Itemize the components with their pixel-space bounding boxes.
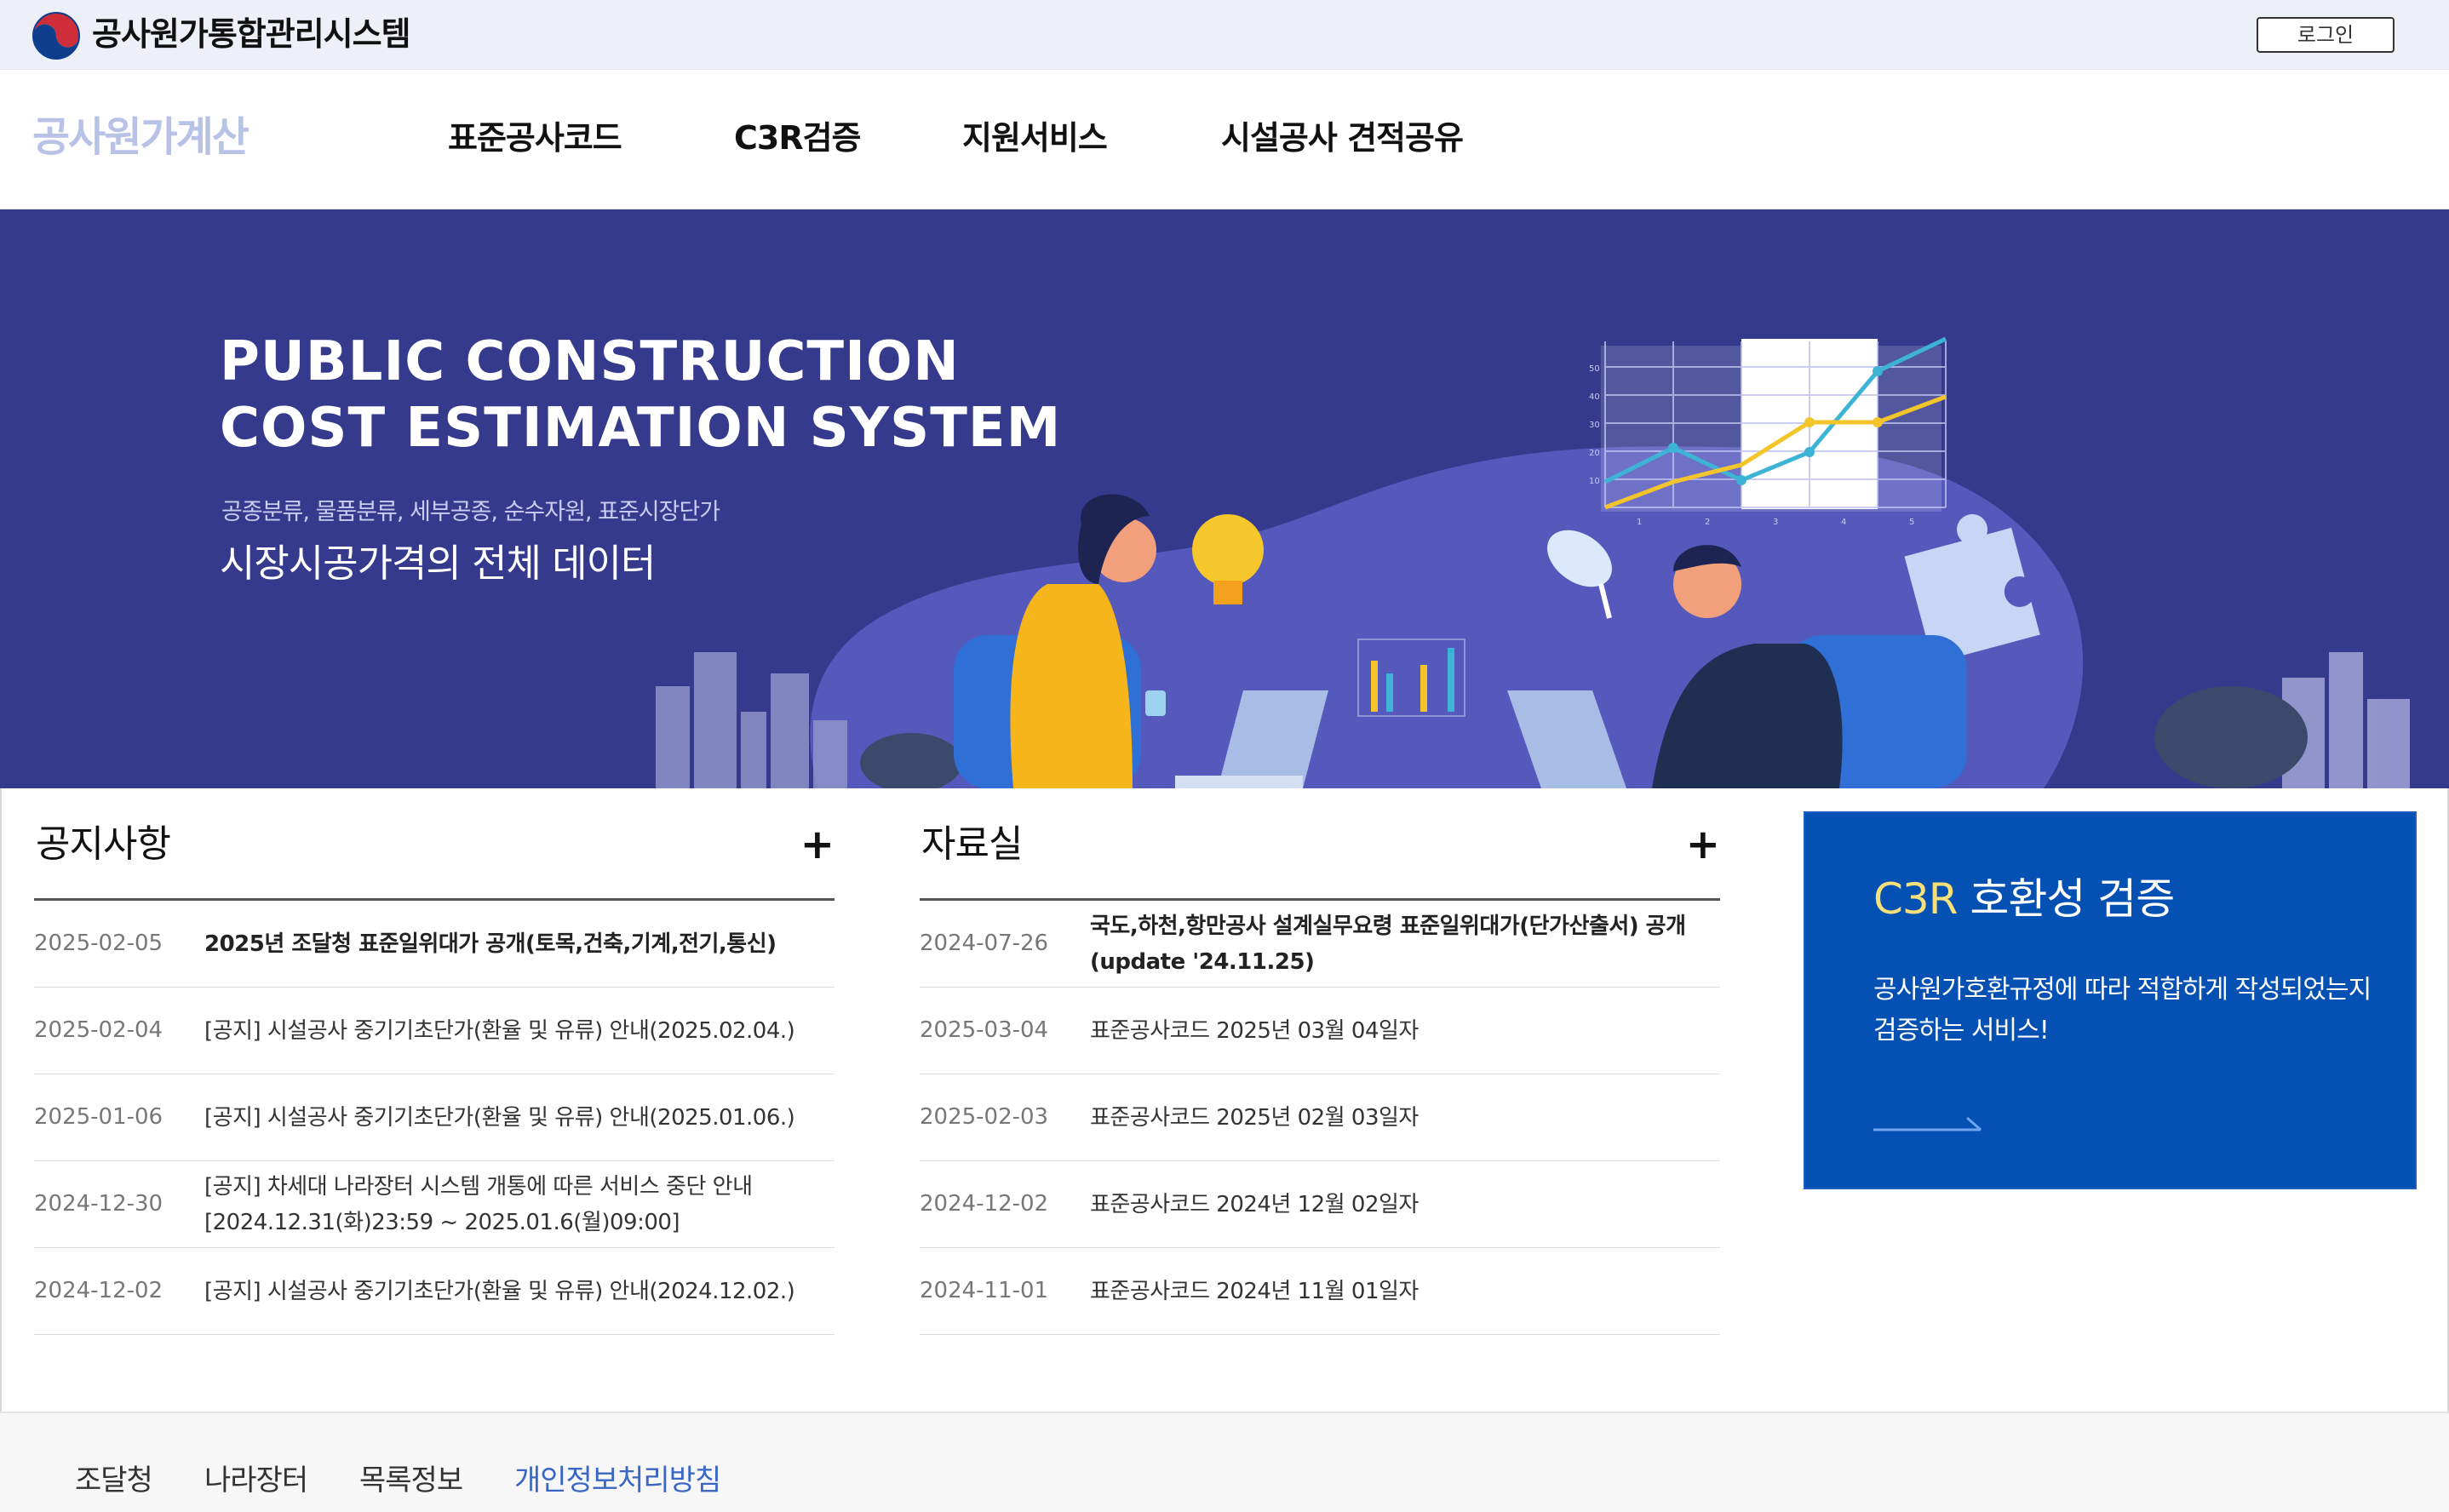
archive-title[interactable]: 국도,하천,항만공사 설계실무요령 표준일위대가(단가산출서) 공개 (upda…	[1090, 901, 1703, 987]
notice-date: 2025-01-06	[34, 1104, 163, 1130]
notice-date: 2024-12-30	[34, 1191, 163, 1217]
svg-text:2: 2	[1705, 518, 1710, 527]
archive-title[interactable]: 표준공사코드 2024년 12월 02일자	[1090, 1161, 1720, 1247]
archive-board-title: 자료실	[921, 822, 1023, 866]
notice-more-button[interactable]: +	[800, 822, 834, 867]
notice-date: 2025-02-05	[34, 931, 163, 956]
notice-title[interactable]: [공지] 시설공사 중기기초단가(환율 및 유류) 안내(2025.01.06.…	[204, 1074, 834, 1160]
notice-row[interactable]: 2025-01-06 [공지] 시설공사 중기기초단가(환율 및 유류) 안내(…	[34, 1074, 834, 1161]
c3r-compatibility-card[interactable]: C3R 호환성 검증 공사원가호환규정에 따라 적합하게 작성되었는지 검증하는…	[1804, 811, 2417, 1189]
nav-item-estimate-sharing[interactable]: 시설공사 견적공유	[1221, 112, 1464, 163]
notice-title[interactable]: [공지] 시설공사 중기기초단가(환율 및 유류) 안내(2025.02.04.…	[204, 988, 834, 1074]
archive-row[interactable]: 2025-02-03 표준공사코드 2025년 02월 03일자	[920, 1074, 1720, 1161]
c3r-card-title-rest: 호환성 검증	[1957, 874, 2175, 924]
archive-row[interactable]: 2024-11-01 표준공사코드 2024년 11월 01일자	[920, 1248, 1720, 1335]
footer-link-privacy-policy[interactable]: 개인정보처리방침	[514, 1459, 721, 1502]
footer-link-catalog[interactable]: 목록정보	[359, 1459, 463, 1502]
footer: 조달청 나라장터 목록정보 개인정보처리방침	[0, 1412, 2449, 1512]
arrow-right-icon[interactable]	[1873, 1113, 1984, 1133]
svg-text:3: 3	[1773, 518, 1778, 527]
svg-text:40: 40	[1589, 392, 1600, 402]
archive-row[interactable]: 2025-03-04 표준공사코드 2025년 03월 04일자	[920, 988, 1720, 1074]
brand-logo-text[interactable]: 공사원가계산	[32, 109, 249, 165]
top-utility-bar: 공사원가통합관리시스템 로그인	[0, 0, 2449, 70]
svg-text:1: 1	[1637, 518, 1642, 527]
notice-date: 2024-12-02	[34, 1278, 163, 1303]
archive-more-button[interactable]: +	[1686, 822, 1720, 867]
notice-row[interactable]: 2024-12-02 [공지] 시설공사 중기기초단가(환율 및 유류) 안내(…	[34, 1248, 834, 1335]
archive-title[interactable]: 표준공사코드 2024년 11월 01일자	[1090, 1248, 1720, 1334]
nav-item-c3r-verification[interactable]: C3R검증	[734, 112, 862, 163]
archive-date: 2025-03-04	[920, 1017, 1049, 1043]
c3r-card-title: C3R 호환성 검증	[1873, 869, 2175, 929]
notice-row[interactable]: 2024-12-30 [공지] 차세대 나라장터 시스템 개통에 따른 서비스 …	[34, 1161, 834, 1248]
nav-item-support-services[interactable]: 지원서비스	[962, 112, 1108, 163]
hero-line-chart: 50 40 30 20 10 1 2 3 4 5	[1589, 336, 1947, 527]
archive-board-header: 자료실 +	[920, 788, 1720, 901]
site-title[interactable]: 공사원가통합관리시스템	[92, 12, 411, 56]
archive-row[interactable]: 2024-07-26 국도,하천,항만공사 설계실무요령 표준일위대가(단가산출…	[920, 901, 1720, 988]
c3r-card-title-highlight: C3R	[1873, 874, 1958, 924]
svg-text:5: 5	[1909, 518, 1914, 527]
archive-title[interactable]: 표준공사코드 2025년 03월 04일자	[1090, 988, 1720, 1074]
footer-link-pps[interactable]: 조달청	[75, 1459, 153, 1502]
notice-board-title: 공지사항	[36, 822, 171, 866]
svg-text:10: 10	[1589, 477, 1600, 486]
c3r-card-description: 공사원가호환규정에 따라 적합하게 작성되었는지 검증하는 서비스!	[1873, 975, 2372, 1045]
archive-date: 2024-12-02	[920, 1191, 1049, 1217]
hero-subtitle: 공종분류, 물품분류, 세부공종, 순수자원, 표준시장단가	[221, 499, 720, 525]
archive-board: 자료실 + 2024-07-26 국도,하천,항만공사 설계실무요령 표준일위대…	[920, 788, 1720, 1335]
svg-text:30: 30	[1589, 421, 1600, 430]
svg-text:50: 50	[1589, 364, 1600, 374]
login-button[interactable]: 로그인	[2257, 17, 2395, 53]
notice-board: 공지사항 + 2025-02-05 2025년 조달청 표준일위대가 공개(토목…	[34, 788, 834, 1335]
taegeuk-logo-icon[interactable]	[31, 10, 82, 61]
footer-link-koneps[interactable]: 나라장터	[204, 1459, 308, 1502]
svg-text:4: 4	[1841, 518, 1846, 527]
notice-board-header: 공지사항 +	[34, 788, 834, 901]
hero-banner: 50 40 30 20 10 1 2 3 4 5 PUBLIC CONSTRUC…	[0, 209, 2449, 788]
hero-title-line2: COST ESTIMATION SYSTEM	[220, 397, 1062, 460]
main-navigation: 공사원가계산 표준공사코드 C3R검증 지원서비스 시설공사 견적공유	[0, 70, 2449, 209]
archive-row[interactable]: 2024-12-02 표준공사코드 2024년 12월 02일자	[920, 1161, 1720, 1248]
notice-title[interactable]: [공지] 시설공사 중기기초단가(환율 및 유류) 안내(2024.12.02.…	[204, 1248, 834, 1334]
archive-date: 2024-11-01	[920, 1278, 1049, 1303]
hero-headline: 시장시공가격의 전체 데이터	[220, 541, 656, 586]
svg-text:20: 20	[1589, 449, 1600, 458]
archive-date: 2025-02-03	[920, 1104, 1049, 1130]
notice-row[interactable]: 2025-02-05 2025년 조달청 표준일위대가 공개(토목,건축,기계,…	[34, 901, 834, 988]
hero-title: PUBLIC CONSTRUCTION COST ESTIMATION SYST…	[220, 329, 1061, 461]
notice-row[interactable]: 2025-02-04 [공지] 시설공사 중기기초단가(환율 및 유류) 안내(…	[34, 988, 834, 1074]
notice-title[interactable]: [공지] 차세대 나라장터 시스템 개통에 따른 서비스 중단 안내 [2024…	[204, 1161, 783, 1247]
nav-item-standard-code[interactable]: 표준공사코드	[448, 112, 622, 163]
notice-title[interactable]: 2025년 조달청 표준일위대가 공개(토목,건축,기계,전기,통신)	[204, 901, 834, 987]
archive-title[interactable]: 표준공사코드 2025년 02월 03일자	[1090, 1074, 1720, 1160]
hero-title-line1: PUBLIC CONSTRUCTION	[220, 330, 960, 393]
archive-date: 2024-07-26	[920, 931, 1049, 956]
notice-date: 2025-02-04	[34, 1017, 163, 1043]
